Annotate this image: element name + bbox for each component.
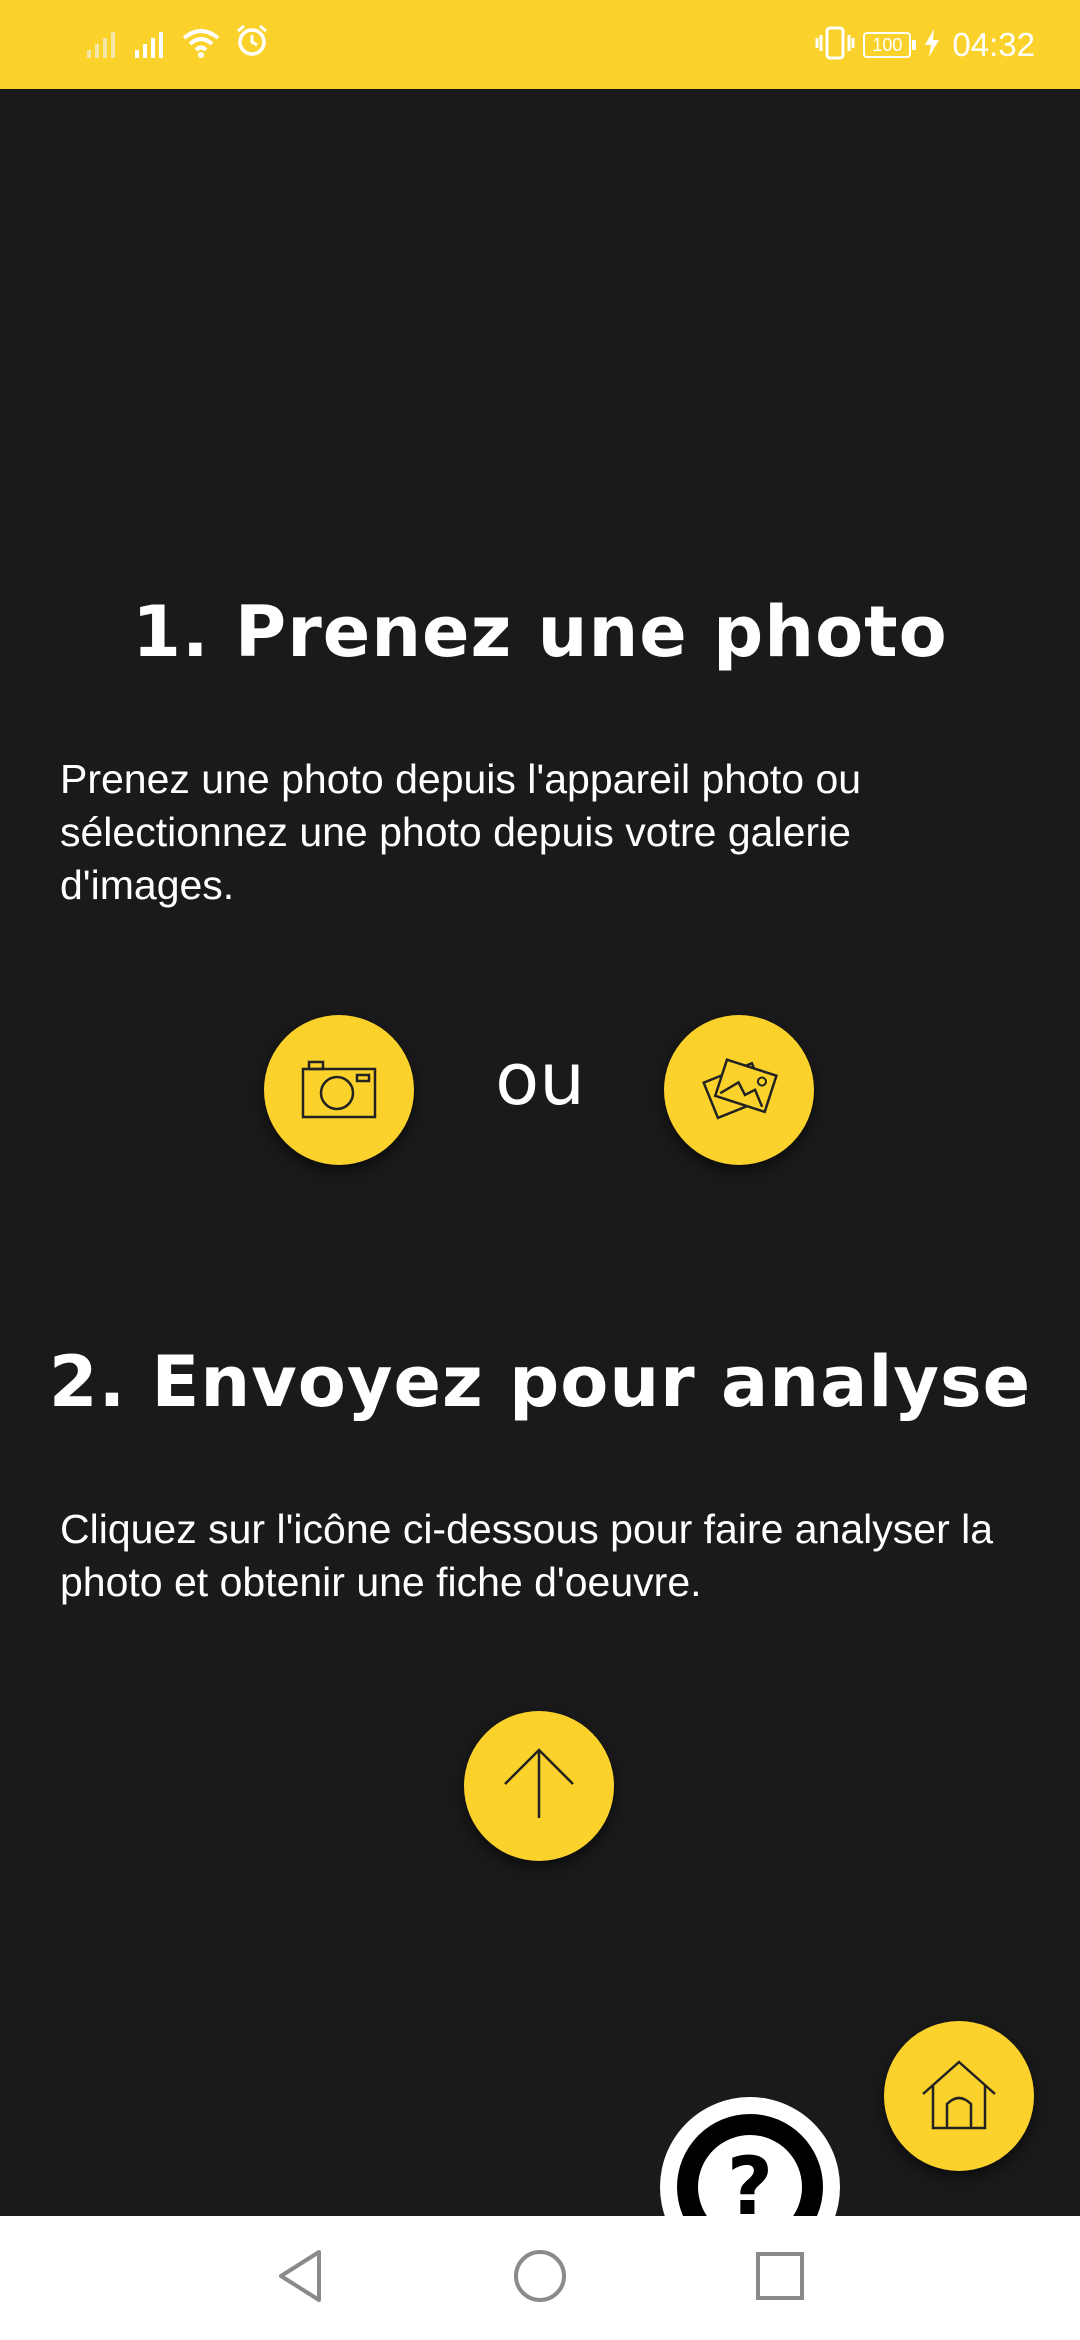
recent-apps-icon [754, 2250, 806, 2306]
status-right-icons: 100 04:32 [815, 20, 1035, 70]
home-circle-icon [512, 2248, 568, 2308]
signal-weak-icon [85, 28, 119, 62]
step2-description: Cliquez sur l'icône ci-dessous pour fair… [60, 1506, 994, 1605]
battery-icon: 100 [863, 32, 917, 58]
status-bar: 100 04:32 [0, 0, 1080, 89]
back-icon [275, 2248, 325, 2308]
status-left-icons [85, 24, 269, 62]
or-label: ou [495, 1037, 585, 1121]
camera-button[interactable] [264, 1015, 414, 1165]
main-content: 1. Prenez une photo Prenez une photo dep… [0, 89, 1080, 2277]
charging-icon [924, 29, 940, 61]
home-button[interactable] [884, 2021, 1034, 2171]
vibrate-icon [815, 26, 855, 64]
upload-button[interactable] [464, 1711, 614, 1861]
step1-description: Prenez une photo depuis l'appareil photo… [60, 756, 862, 908]
arrow-up-icon [497, 1742, 581, 1830]
alarm-icon [235, 24, 269, 62]
step1-title: 1. Prenez une photo [132, 591, 948, 673]
nav-recent-button[interactable] [742, 2240, 818, 2316]
nav-home-button[interactable] [502, 2240, 578, 2316]
nav-back-button[interactable] [262, 2240, 338, 2316]
gallery-button[interactable] [664, 1015, 814, 1165]
navigation-bar [0, 2216, 1080, 2340]
gallery-icon [699, 1056, 779, 1124]
status-time: 04:32 [952, 26, 1035, 63]
home-icon [919, 2058, 999, 2134]
step2-title: 2. Envoyez pour analyse [48, 1341, 1032, 1423]
battery-level: 100 [863, 32, 912, 58]
camera-icon [301, 1057, 377, 1123]
wifi-icon [181, 26, 221, 62]
signal-icon [133, 28, 167, 62]
